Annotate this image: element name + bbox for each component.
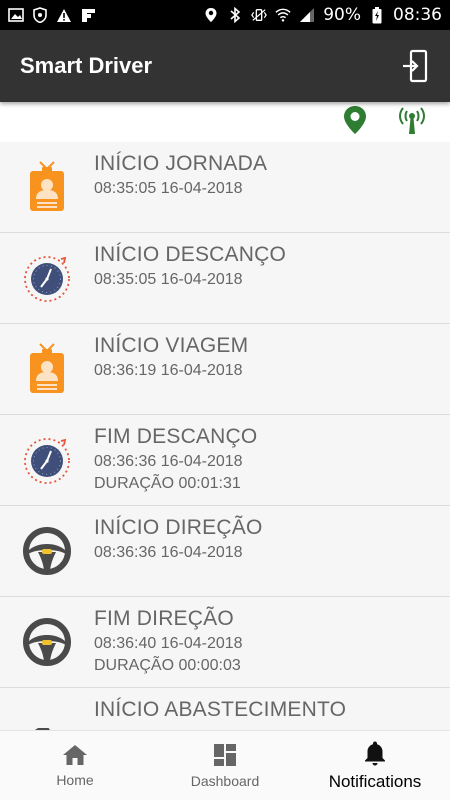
- bottom-navigation: Home Dashboard Notifications: [0, 730, 450, 800]
- dashboard-icon: [214, 743, 236, 766]
- vibrate-icon: [251, 7, 268, 23]
- event-duration: DURAÇÃO 00:00:03: [94, 657, 241, 674]
- bluetooth-icon: [227, 7, 243, 23]
- wifi-icon: [275, 7, 291, 23]
- steering-wheel-icon: [23, 527, 71, 575]
- steering-wheel-icon: [23, 618, 71, 666]
- list-item[interactable]: INÍCIO DIREÇÃO 08:36:36 16-04-2018: [0, 506, 450, 597]
- warning-icon: [56, 7, 72, 23]
- row-text: FIM DESCANÇO 08:36:36 16-04-2018 DURAÇÃO…: [94, 415, 257, 505]
- event-list[interactable]: INÍCIO JORNADA 08:35:05 16-04-2018 INÍCI…: [0, 142, 450, 730]
- location-icon: [203, 7, 219, 23]
- flipboard-icon: [80, 7, 96, 23]
- event-timestamp: 08:35:05 16-04-2018: [94, 180, 243, 197]
- list-item[interactable]: INÍCIO DESCANÇO 08:35:05 16-04-2018: [0, 233, 450, 324]
- row-text: INÍCIO DIREÇÃO 08:36:36 16-04-2018: [94, 506, 262, 596]
- row-text: INÍCIO ABASTECIMENTO: [94, 688, 346, 730]
- event-title: FIM DIREÇÃO: [94, 607, 234, 630]
- row-icon-cell: [0, 324, 94, 414]
- nav-home-label: Home: [56, 771, 94, 788]
- clock-icon: [24, 438, 70, 484]
- row-icon-cell: [0, 597, 94, 687]
- row-text: INÍCIO JORNADA 08:35:05 16-04-2018: [94, 142, 267, 232]
- image-icon: [8, 7, 24, 23]
- driver-badge-icon: [30, 343, 64, 393]
- app-bar: Smart Driver: [0, 30, 450, 102]
- event-title: FIM DESCANÇO: [94, 425, 258, 448]
- app-title: Smart Driver: [20, 53, 153, 78]
- row-icon-cell: [0, 142, 94, 232]
- event-timestamp: 08:35:05 16-04-2018: [94, 271, 243, 288]
- event-duration: DURAÇÃO 00:01:31: [94, 475, 241, 492]
- nav-home[interactable]: Home: [0, 731, 150, 800]
- nav-dashboard-label: Dashboard: [190, 772, 260, 789]
- fuel-pump-icon: [34, 728, 50, 730]
- nav-notifications-label: Notifications: [328, 771, 422, 791]
- driver-badge-icon: [30, 161, 64, 211]
- shield-icon: [32, 7, 48, 23]
- row-icon-cell: [0, 415, 94, 505]
- row-text: INÍCIO VIAGEM 08:36:19 16-04-2018: [94, 324, 248, 414]
- battery-percent: 90%: [323, 5, 361, 25]
- status-bar-left: [8, 7, 96, 23]
- event-title: INÍCIO JORNADA: [94, 152, 268, 175]
- home-icon: [63, 744, 87, 765]
- signal-icon: [299, 7, 315, 23]
- list-item[interactable]: INÍCIO ABASTECIMENTO: [0, 688, 450, 730]
- list-item[interactable]: INÍCIO JORNADA 08:35:05 16-04-2018: [0, 142, 450, 233]
- status-bar: 90% 08:36: [0, 0, 450, 30]
- battery-icon: [369, 6, 385, 23]
- nav-dashboard[interactable]: Dashboard: [150, 731, 300, 800]
- event-timestamp: 08:36:40 16-04-2018: [94, 635, 243, 652]
- event-title: INÍCIO DIREÇÃO: [94, 516, 263, 539]
- event-timestamp: 08:36:36 16-04-2018: [94, 453, 243, 470]
- logout-button[interactable]: [400, 48, 430, 84]
- connection-indicators: [0, 102, 450, 142]
- antenna-icon: [398, 105, 426, 140]
- row-icon-cell: [0, 233, 94, 323]
- list-item[interactable]: FIM DESCANÇO 08:36:36 16-04-2018 DURAÇÃO…: [0, 415, 450, 506]
- row-text: INÍCIO DESCANÇO 08:35:05 16-04-2018: [94, 233, 286, 323]
- event-title: INÍCIO VIAGEM: [94, 334, 249, 357]
- row-icon-cell: [0, 506, 94, 596]
- bell-icon: [365, 741, 385, 765]
- status-bar-right: 90% 08:36: [203, 5, 442, 25]
- clock-icon: [24, 256, 70, 302]
- row-text: FIM DIREÇÃO 08:36:40 16-04-2018 DURAÇÃO …: [94, 597, 243, 687]
- event-timestamp: 08:36:36 16-04-2018: [94, 544, 243, 561]
- event-title: INÍCIO DESCANÇO: [94, 243, 287, 266]
- nav-notifications[interactable]: Notifications: [300, 731, 450, 800]
- clock-time: 08:36: [393, 5, 442, 25]
- list-item[interactable]: INÍCIO VIAGEM 08:36:19 16-04-2018: [0, 324, 450, 415]
- event-title: INÍCIO ABASTECIMENTO: [94, 698, 347, 721]
- row-icon-cell: [0, 688, 94, 730]
- location-pin-icon: [342, 105, 368, 140]
- event-timestamp: 08:36:19 16-04-2018: [94, 362, 243, 379]
- list-item[interactable]: FIM DIREÇÃO 08:36:40 16-04-2018 DURAÇÃO …: [0, 597, 450, 688]
- logout-icon: [403, 49, 428, 83]
